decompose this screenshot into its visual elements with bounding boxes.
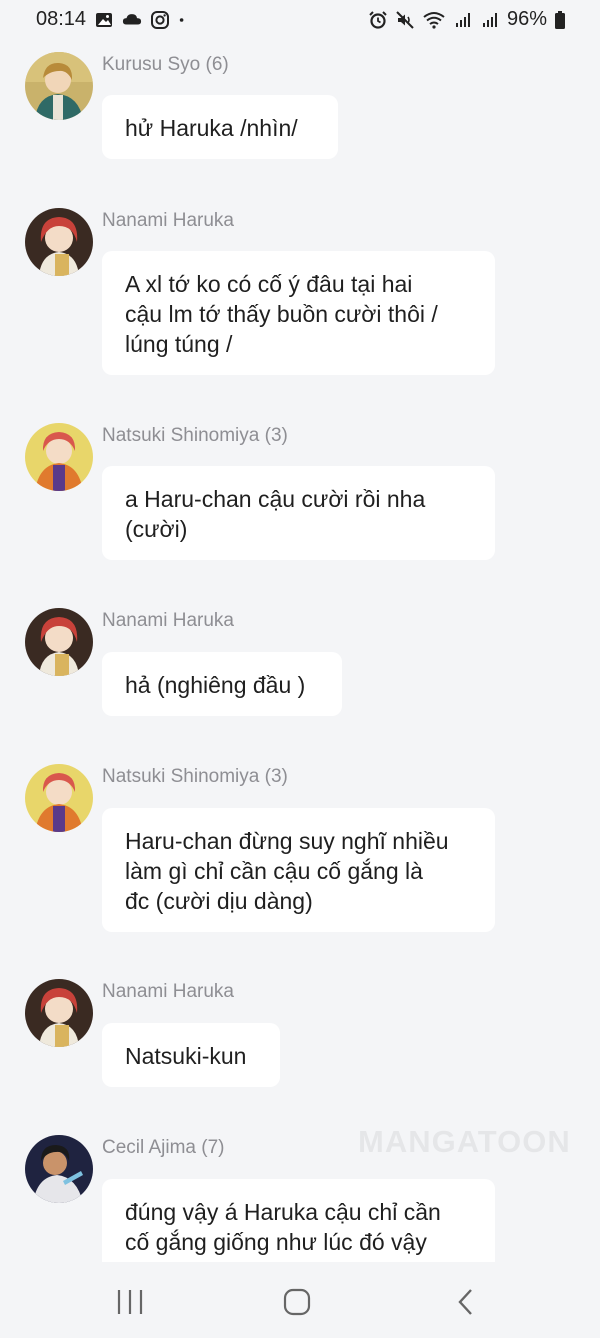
avatar[interactable]	[25, 1135, 93, 1203]
watermark: MANGATOON	[358, 1124, 571, 1159]
avatar[interactable]	[25, 608, 93, 676]
chat-thread[interactable]: Kurusu Syo (6) hử Haruka /nhìn/ Nanami H…	[0, 0, 600, 1262]
sender-name: Natsuki Shinomiya (3)	[102, 766, 288, 787]
sender-name: Natsuki Shinomiya (3)	[102, 425, 288, 446]
message-bubble[interactable]: Haru-chan đừng suy nghĩ nhiều làm gì chỉ…	[102, 808, 495, 932]
avatar-image	[25, 208, 93, 276]
avatar-image	[25, 979, 93, 1047]
sender-name: Cecil Ajima (7)	[102, 1137, 225, 1158]
message-bubble[interactable]: hả (nghiêng đầu )	[102, 652, 342, 716]
sender-name: Nanami Haruka	[102, 981, 234, 1002]
avatar-image	[25, 608, 93, 676]
message-bubble[interactable]: Natsuki-kun	[102, 1023, 280, 1087]
back-button[interactable]	[452, 1287, 482, 1317]
avatar[interactable]	[25, 979, 93, 1047]
avatar-image	[25, 423, 93, 491]
message-bubble[interactable]: đúng vậy á Haruka cậu chỉ cần cố gắng gi…	[102, 1179, 495, 1262]
avatar-image	[25, 764, 93, 832]
sender-name: Kurusu Syo (6)	[102, 54, 229, 75]
sender-name: Nanami Haruka	[102, 610, 234, 631]
avatar[interactable]	[25, 764, 93, 832]
sender-name: Nanami Haruka	[102, 210, 234, 231]
avatar-image	[25, 52, 93, 120]
navigation-bar	[0, 1262, 600, 1338]
home-button[interactable]	[282, 1287, 312, 1317]
message-bubble[interactable]: hử Haruka /nhìn/	[102, 95, 338, 159]
recent-apps-button[interactable]	[115, 1287, 145, 1317]
avatar[interactable]	[25, 52, 93, 120]
avatar[interactable]	[25, 208, 93, 276]
message-bubble[interactable]: a Haru-chan cậu cười rồi nha (cười)	[102, 466, 495, 560]
avatar[interactable]	[25, 423, 93, 491]
message-bubble[interactable]: A xl tớ ko có cố ý đâu tại hai cậu lm tớ…	[102, 251, 495, 375]
avatar-image	[25, 1135, 93, 1203]
